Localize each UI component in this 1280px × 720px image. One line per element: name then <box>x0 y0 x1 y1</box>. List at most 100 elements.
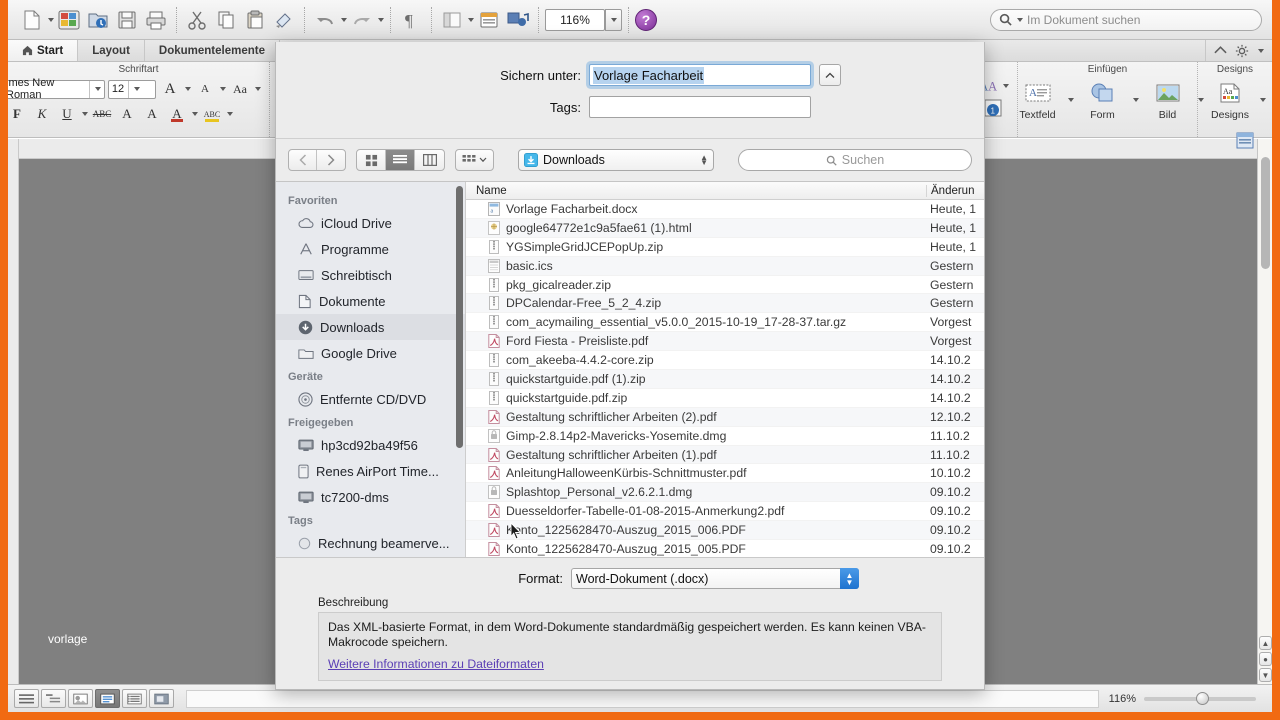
change-case-button[interactable]: Aa <box>229 78 251 100</box>
more-info-link[interactable]: Weitere Informationen zu Dateiformaten <box>328 657 544 671</box>
document-search-field[interactable]: Im Dokument suchen <box>990 9 1262 31</box>
back-button[interactable] <box>289 150 317 170</box>
themes-caret-icon[interactable] <box>1260 98 1266 102</box>
sidebar-item-tc7200-dms[interactable]: tc7200-dms <box>276 484 465 510</box>
highlight-caret-icon[interactable] <box>227 112 233 116</box>
document-scroll-thumb[interactable] <box>1261 157 1270 269</box>
paste-icon[interactable] <box>241 6 269 34</box>
table-row[interactable]: basic.icsGestern <box>466 257 984 276</box>
sidebar-item-google-drive[interactable]: Google Drive <box>276 340 465 366</box>
show-formatting-icon[interactable]: ¶ <box>397 6 425 34</box>
table-row[interactable]: Gimp-2.8.14p2-Mavericks-Yosemite.dmg11.1… <box>466 427 984 446</box>
cut-icon[interactable] <box>183 6 211 34</box>
undo-caret-icon[interactable] <box>341 18 347 22</box>
print-view-button[interactable] <box>95 689 120 708</box>
sidebar-item-dokumente[interactable]: Dokumente <box>276 288 465 314</box>
bold-button[interactable]: F <box>8 103 28 125</box>
sidebar-icon[interactable] <box>438 6 466 34</box>
table-row[interactable]: DPCalendar-Free_5_2_4.zipGestern <box>466 294 984 313</box>
table-row[interactable]: YGSimpleGridJCEPopUp.zipHeute, 1 <box>466 238 984 257</box>
media-browser-icon[interactable] <box>504 6 532 34</box>
table-row[interactable]: Duesseldorfer-Tabelle-01-08-2015-Anmerku… <box>466 502 984 521</box>
change-case-caret-icon[interactable] <box>255 87 261 91</box>
table-row[interactable]: com_acymailing_essential_v5.0.0_2015-10-… <box>466 313 984 332</box>
tab-layout[interactable]: Layout <box>78 40 145 61</box>
column-header-modified[interactable]: Änderun <box>926 185 984 197</box>
redo-caret-icon[interactable] <box>378 18 384 22</box>
open-recent-icon[interactable] <box>84 6 112 34</box>
focus-view-button[interactable] <box>149 689 174 708</box>
shrink-font-button[interactable]: A <box>194 78 216 100</box>
table-row[interactable]: com_akeeba-4.4.2-core.zip14.10.2 <box>466 351 984 370</box>
grow-font-caret-icon[interactable] <box>185 87 191 91</box>
browse-object-icon[interactable] <box>1234 131 1256 151</box>
finder-search-field[interactable]: Suchen <box>738 149 972 171</box>
table-row[interactable]: google64772e1c9a5fae61 (1).htmlHeute, 1 <box>466 219 984 238</box>
outline-view-button[interactable] <box>41 689 66 708</box>
toolbox-icon[interactable] <box>475 6 503 34</box>
publishing-view-button[interactable] <box>68 689 93 708</box>
sidebar-caret-icon[interactable] <box>468 18 474 22</box>
table-row[interactable]: AnleitungHalloweenKürbis-Schnittmuster.p… <box>466 464 984 483</box>
font-color-button[interactable]: A <box>166 103 188 125</box>
undo-icon[interactable] <box>311 6 339 34</box>
insert-textbox-button[interactable]: A Textfeld <box>1012 78 1064 121</box>
zoom-value[interactable]: 116% <box>545 9 605 31</box>
table-row[interactable]: quickstartguide.pdf.zip14.10.2 <box>466 389 984 408</box>
font-name-combo[interactable]: imes New Roman <box>8 80 105 99</box>
copy-icon[interactable] <box>212 6 240 34</box>
next-page-button[interactable]: ▼ <box>1259 668 1272 682</box>
table-row[interactable]: Konto_1225628470-Auszug_2015_006.PDF09.1… <box>466 521 984 540</box>
wordart-caret-icon[interactable] <box>1003 84 1009 88</box>
themes-button[interactable]: Aa Designs <box>1204 78 1256 121</box>
sidebar-item-hp3cd92ba49f56[interactable]: hp3cd92ba49f56 <box>276 432 465 458</box>
location-popup-button[interactable]: Downloads ▲▼ <box>518 149 714 171</box>
zoom-dropdown-icon[interactable] <box>605 9 622 31</box>
table-row[interactable]: aVorlage Facharbeit.docxHeute, 1 <box>466 200 984 219</box>
grow-font-button[interactable]: A <box>159 78 181 100</box>
search-scope-caret-icon[interactable] <box>1017 18 1023 22</box>
sidebar-item-renes-airport-time[interactable]: Renes AirPort Time... <box>276 458 465 484</box>
table-row[interactable]: Gestaltung schriftlicher Arbeiten (2).pd… <box>466 408 984 427</box>
save-icon[interactable] <box>113 6 141 34</box>
icon-view-button[interactable] <box>357 150 386 170</box>
document-vertical-scrollbar[interactable]: ▲ ● ▼ <box>1257 139 1272 684</box>
tab-dokumentelemente[interactable]: Dokumentelemente <box>145 40 280 61</box>
table-row[interactable]: quickstartguide.pdf (1).zip14.10.2 <box>466 370 984 389</box>
list-view-button[interactable] <box>386 150 415 170</box>
tags-input[interactable] <box>589 96 811 118</box>
table-row[interactable]: pkg_gicalreader.zipGestern <box>466 276 984 295</box>
new-document-icon[interactable] <box>18 6 46 34</box>
shrink-font-caret-icon[interactable] <box>220 87 226 91</box>
sidebar-item-schreibtisch[interactable]: Schreibtisch <box>276 262 465 288</box>
textbox-caret-icon[interactable] <box>1068 98 1074 102</box>
table-row[interactable]: Konto_1225628470-Auszug_2015_005.PDF09.1… <box>466 540 984 557</box>
previous-page-button[interactable]: ▲ <box>1259 636 1272 650</box>
strikethrough-button[interactable]: ABC <box>91 103 113 125</box>
sidebar-item-downloads[interactable]: Downloads <box>276 314 465 340</box>
save-as-input[interactable]: Vorlage Facharbeit <box>589 64 811 86</box>
notebook-view-button[interactable] <box>122 689 147 708</box>
table-row[interactable]: Ford Fiesta - Preisliste.pdfVorgest <box>466 332 984 351</box>
tab-start[interactable]: Start <box>8 40 78 61</box>
underline-caret-icon[interactable] <box>82 112 88 116</box>
format-popup-button[interactable]: Word-Dokument (.docx) ▲▼ <box>571 568 859 589</box>
templates-gallery-icon[interactable] <box>55 6 83 34</box>
italic-button[interactable]: K <box>31 103 53 125</box>
draft-view-button[interactable] <box>14 689 39 708</box>
file-list[interactable]: Name Änderun aVorlage Facharbeit.docxHeu… <box>466 182 984 557</box>
shape-caret-icon[interactable] <box>1133 98 1139 102</box>
expand-dialog-button[interactable] <box>819 64 841 86</box>
sidebar-scrollbar[interactable] <box>456 186 463 448</box>
sidebar-item-icloud-drive[interactable]: iCloud Drive <box>276 210 465 236</box>
redo-icon[interactable] <box>348 6 376 34</box>
format-painter-icon[interactable] <box>270 6 298 34</box>
font-size-combo[interactable]: 12 <box>108 80 156 99</box>
highlight-button[interactable]: ABC <box>201 103 223 125</box>
print-icon[interactable] <box>142 6 170 34</box>
font-color-caret-icon[interactable] <box>192 112 198 116</box>
select-browse-object-button[interactable]: ● <box>1259 652 1272 666</box>
underline-button[interactable]: U <box>56 103 78 125</box>
table-row[interactable]: Splashtop_Personal_v2.6.2.1.dmg09.10.2 <box>466 483 984 502</box>
column-header-name[interactable]: Name <box>466 185 926 197</box>
